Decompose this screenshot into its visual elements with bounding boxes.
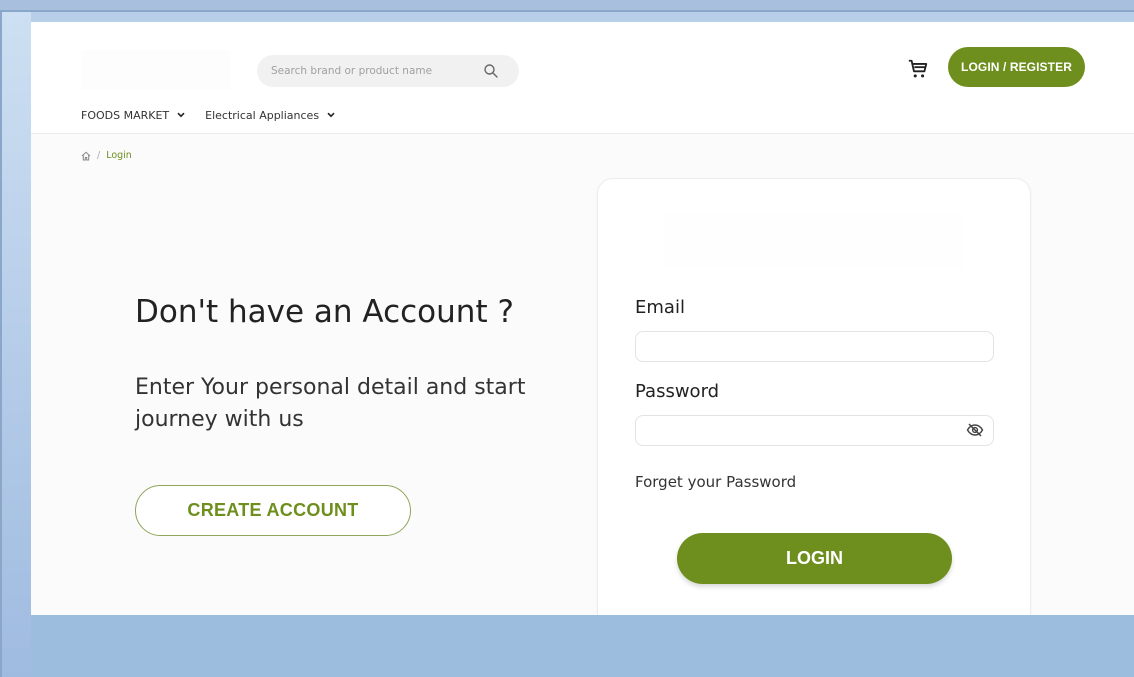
login-page: LOGIN / REGISTER FOODS MARKET Electrical… — [31, 22, 1134, 615]
search-icon[interactable] — [483, 63, 499, 79]
browser-frame-top — [0, 0, 1134, 12]
signup-subtitle: Enter Your personal detail and start jou… — [135, 375, 526, 432]
chevron-down-icon — [327, 112, 335, 118]
card-logo — [664, 213, 964, 269]
browser-frame-left — [0, 12, 31, 677]
password-field[interactable] — [635, 415, 994, 446]
cart-icon[interactable] — [907, 58, 929, 80]
search-input[interactable] — [271, 55, 471, 87]
home-icon[interactable] — [81, 151, 91, 161]
password-label: Password — [635, 381, 720, 402]
email-label: Email — [635, 297, 685, 318]
main-nav: FOODS MARKET Electrical Appliances — [81, 107, 355, 123]
chevron-down-icon — [177, 112, 185, 118]
create-account-button[interactable]: CREATE ACCOUNT — [135, 485, 411, 536]
nav-item-label: FOODS MARKET — [81, 108, 170, 122]
search-bar — [257, 55, 519, 87]
breadcrumb-separator: / — [97, 150, 101, 161]
email-field[interactable] — [635, 331, 994, 362]
nav-item-electrical-appliances[interactable]: Electrical Appliances — [205, 109, 335, 122]
signup-heading: Don't have an Account ? — [135, 294, 514, 330]
site-logo[interactable] — [81, 50, 231, 90]
nav-item-label: Electrical Appliances — [205, 108, 320, 122]
browser-frame-bottom — [31, 615, 1134, 677]
nav-item-foods-market[interactable]: FOODS MARKET — [81, 109, 185, 122]
eye-off-icon[interactable] — [966, 422, 984, 438]
login-register-button[interactable]: LOGIN / REGISTER — [948, 47, 1085, 87]
breadcrumb-current: Login — [106, 150, 132, 161]
forgot-password-link[interactable]: Forget your Password — [635, 473, 796, 491]
login-button[interactable]: LOGIN — [677, 533, 952, 584]
site-header: LOGIN / REGISTER FOODS MARKET Electrical… — [31, 22, 1134, 134]
breadcrumb: / Login — [81, 150, 132, 161]
login-card: Email Password Forget your Password LOGI… — [597, 178, 1031, 615]
